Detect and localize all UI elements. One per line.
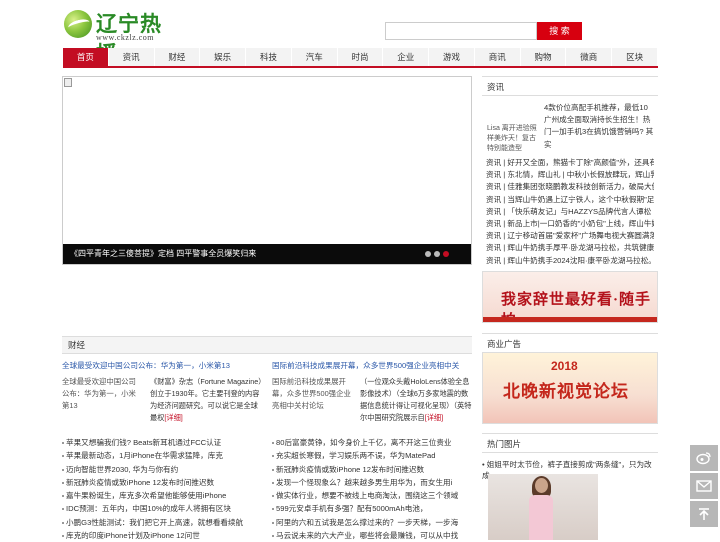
news-image[interactable]: Lisa 离开进验照样美炸天！复古特别能造型 [487, 124, 539, 162]
finance-feature-desc-text: （一位观众头戴HoloLens体验全息影像技术）（全球6万多家地震的数据信息统计… [360, 377, 472, 422]
news-line[interactable]: 资讯 | 「快乐萌友记」与HAZZYS品牌代言人谭松 [486, 206, 654, 218]
news-line[interactable]: 资讯 | 东北情，辉山礼 | 中秋小长假放肆玩，辉山乳 [486, 169, 654, 181]
finance-list-item[interactable]: 阿里的六和五试我是怎么撑过来的？一步天梯，一步海 [272, 516, 472, 529]
nav-item-enterprise[interactable]: 企业 [383, 48, 430, 66]
finance-list-item[interactable]: 苹果最新动态，1月iPhone在华需求猛降，库克 [62, 449, 262, 462]
finance-feature-image-alt: 国际前沿科技成果展开幕，众多世界500强企业亮相中关村论坛 [272, 377, 351, 410]
finance-feature-image[interactable]: 全球最受欢迎中国公司公布：华为第一，小米第13 [62, 376, 142, 416]
finance-list-item[interactable]: IDC预测：五年内，中国10%的成年人将拥有区块 [62, 502, 262, 515]
slider-dot-active[interactable] [443, 251, 449, 257]
finance-list-item[interactable]: 嘉牛果粉诞生，库克多次希望他能够使用iPhone [62, 489, 262, 502]
ad-banner-forum[interactable]: 2018 北晚新视觉论坛 [482, 352, 658, 424]
finance-list: 80后富豪黄铮，如今身价上千亿，离不开这三位贵业 充实超长寒假，学习娱乐两不误，… [272, 436, 472, 542]
finance-list-item[interactable]: 80后富豪黄铮，如今身价上千亿，离不开这三位贵业 [272, 436, 472, 449]
finance-feature-image[interactable]: 国际前沿科技成果展开幕，众多世界500强企业亮相中关村论坛 [272, 376, 352, 416]
person-figure [526, 476, 556, 540]
news-line[interactable]: 资讯 | 辉山牛奶携手厚平·卧龙湖马拉松，共筑健康"骑 [486, 242, 654, 254]
finance-column-right: 国际前沿科技成果展开幕，众多世界500强企业亮相中关 国际前沿科技成果展开幕，众… [272, 360, 472, 542]
news-heading: 资讯 [482, 76, 658, 96]
logo-globe-icon [64, 10, 92, 38]
finance-list-item[interactable]: 小鹏G3性能测试：我们把它开上高速，就想看看续航 [62, 516, 262, 529]
finance-column-left: 全球最受欢迎中国公司公布：华为第一，小米第13 全球最受欢迎中国公司公布：华为第… [62, 360, 262, 542]
slider-dots [425, 251, 449, 257]
news-body: Lisa 离开进验照样美炸天！复古特别能造型 4款价位高配手机推荐，最低10 广… [482, 96, 658, 267]
site-logo[interactable]: 辽宁热播 www.ckzlz.com [64, 8, 174, 66]
hot-pictures-panel: 热门图片 [482, 433, 658, 453]
finance-feature-desc: （一位观众头戴HoloLens体验全息影像技术）（全球6万多家地震的数据信息统计… [360, 376, 472, 424]
ad-banner-year: 2018 [551, 359, 578, 373]
ad-banner-title: 北晚新视觉论坛 [503, 382, 629, 401]
news-line[interactable]: 资讯 | 辽宁移动首届"爱家杯"广场舞电视大赛圆满落幕 [486, 230, 654, 242]
search-input[interactable] [385, 22, 537, 40]
nav-item-wechat-business[interactable]: 微商 [566, 48, 613, 66]
ad-heading: 商业广告 [482, 333, 658, 353]
finance-more-link[interactable]: [详细] [164, 413, 182, 422]
finance-headline[interactable]: 国际前沿科技成果展开幕，众多世界500强企业亮相中关 [272, 360, 472, 372]
finance-feature-desc: 《财富》杂志（Fortune Magazine）创立于1930年。它主要刊登的内… [150, 376, 262, 424]
news-line[interactable]: 资讯 | 新品上市|一口奶香的"小奶包"上线，辉山牛奶 [486, 218, 654, 230]
slider-dot[interactable] [425, 251, 431, 257]
ad-panel: 商业广告 [482, 333, 658, 353]
slider-caption-text: 《四平青年之三傻菩提》定档 四平警事全员爆笑归来 [70, 249, 257, 258]
hot-pictures-heading: 热门图片 [482, 433, 658, 453]
nav-item-games[interactable]: 游戏 [429, 48, 475, 66]
news-image-alt: Lisa 离开进验照样美炸天！复古特别能造型 [487, 125, 537, 152]
promo-banner-photo-contest[interactable]: 我家辞世最好看·随手拍 [482, 271, 658, 323]
finance-list-item[interactable]: 新冠肺炎疫情或致iPhone 12发布时间推迟数 [62, 476, 262, 489]
mail-icon[interactable] [690, 473, 718, 499]
hot-picture-image[interactable] [488, 474, 598, 540]
finance-feature: 全球最受欢迎中国公司公布：华为第一，小米第13 《财富》杂志（Fortune M… [62, 376, 262, 432]
finance-heading: 财经 [62, 336, 472, 354]
finance-list-item[interactable]: 做实体行业，想要不被线上电商淘汰，围绕这三个领域 [272, 489, 472, 502]
finance-list-item[interactable]: 迈向智能世界2030, 华为与你有约 [62, 463, 262, 476]
finance-list-item[interactable]: 马云说未来的六大产业，哪些将会最赚钱，可以从中找 [272, 529, 472, 542]
finance-more-link[interactable]: [详细] [425, 413, 443, 422]
finance-list-item[interactable]: 苹果又想骗我们钱? Beats新耳机通过FCC认证 [62, 436, 262, 449]
news-line[interactable]: 资讯 | 当辉山牛奶遇上辽宁铁人，这个中秋假期"足够 [486, 194, 654, 206]
nav-item-home[interactable]: 首页 [63, 48, 109, 66]
nav-item-fashion[interactable]: 时尚 [338, 48, 384, 66]
back-to-top-icon[interactable] [690, 501, 718, 527]
nav-item-entertainment[interactable]: 娱乐 [200, 48, 247, 66]
finance-feature-image-alt: 全球最受欢迎中国公司公布：华为第一，小米第13 [62, 377, 136, 410]
logo-url: www.ckzlz.com [96, 33, 154, 42]
news-intro[interactable]: 4款价位高配手机推荐，最低10 广州成全面取消持长生招生！热门一加手机3在搞饥饿… [544, 102, 654, 157]
floating-side-tools [690, 445, 718, 529]
finance-list-item[interactable]: 库克的印度iPhone计划及iPhone 12问世 [62, 529, 262, 542]
finance-list-item[interactable]: 新冠肺炎疫情或致iPhone 12发布时间推迟数 [272, 463, 472, 476]
finance-list-item[interactable]: 充实超长寒假，学习娱乐两不误，华为MatePad [272, 449, 472, 462]
slider-caption[interactable]: 《四平青年之三傻菩提》定档 四平警事全员爆笑归来 [63, 244, 471, 264]
finance-list-item[interactable]: 599元安卓手机有多强？配有5000mAh电池， [272, 502, 472, 515]
nav-item-blockchain[interactable]: 区块 [612, 48, 658, 66]
headline-slider[interactable]: 《四平青年之三傻菩提》定档 四平警事全员爆笑归来 [62, 76, 472, 265]
nav-item-business[interactable]: 商讯 [475, 48, 521, 66]
nav-item-tech[interactable]: 科技 [246, 48, 292, 66]
finance-list: 苹果又想骗我们钱? Beats新耳机通过FCC认证 苹果最新动态，1月iPhon… [62, 436, 262, 542]
news-line[interactable]: 资讯 | 佳雅集团张晓鹏教发科技创新活力，破局大健 [486, 181, 654, 193]
finance-feature: 国际前沿科技成果展开幕，众多世界500强企业亮相中关村论坛 （一位观众头戴Hol… [272, 376, 472, 432]
main-nav: 首页 资讯 财经 娱乐 科技 汽车 时尚 企业 游戏 商讯 购物 微商 区块 [63, 48, 658, 68]
nav-item-shopping[interactable]: 购物 [521, 48, 567, 66]
slider-dot[interactable] [434, 251, 440, 257]
broken-image-icon [64, 78, 72, 87]
search-button[interactable]: 搜 索 [537, 22, 582, 40]
nav-item-finance[interactable]: 财经 [155, 48, 201, 66]
news-line[interactable]: 资讯 | 辉山牛奶携手2024沈阳·康平卧龙湖马拉松。 [486, 255, 654, 267]
promo-banner-strip [483, 317, 657, 322]
finance-list-item[interactable]: 发现一个怪现象么？越来越多男生用华为，而女生用i [272, 476, 472, 489]
finance-headline[interactable]: 全球最受欢迎中国公司公布：华为第一，小米第13 [62, 360, 262, 372]
site-header: 辽宁热播 www.ckzlz.com 搜 索 [0, 0, 720, 66]
news-panel: 资讯 Lisa 离开进验照样美炸天！复古特别能造型 4款价位高配手机推荐，最低1… [482, 76, 658, 265]
weibo-icon[interactable] [690, 445, 718, 471]
nav-item-news[interactable]: 资讯 [109, 48, 155, 66]
nav-item-auto[interactable]: 汽车 [292, 48, 338, 66]
